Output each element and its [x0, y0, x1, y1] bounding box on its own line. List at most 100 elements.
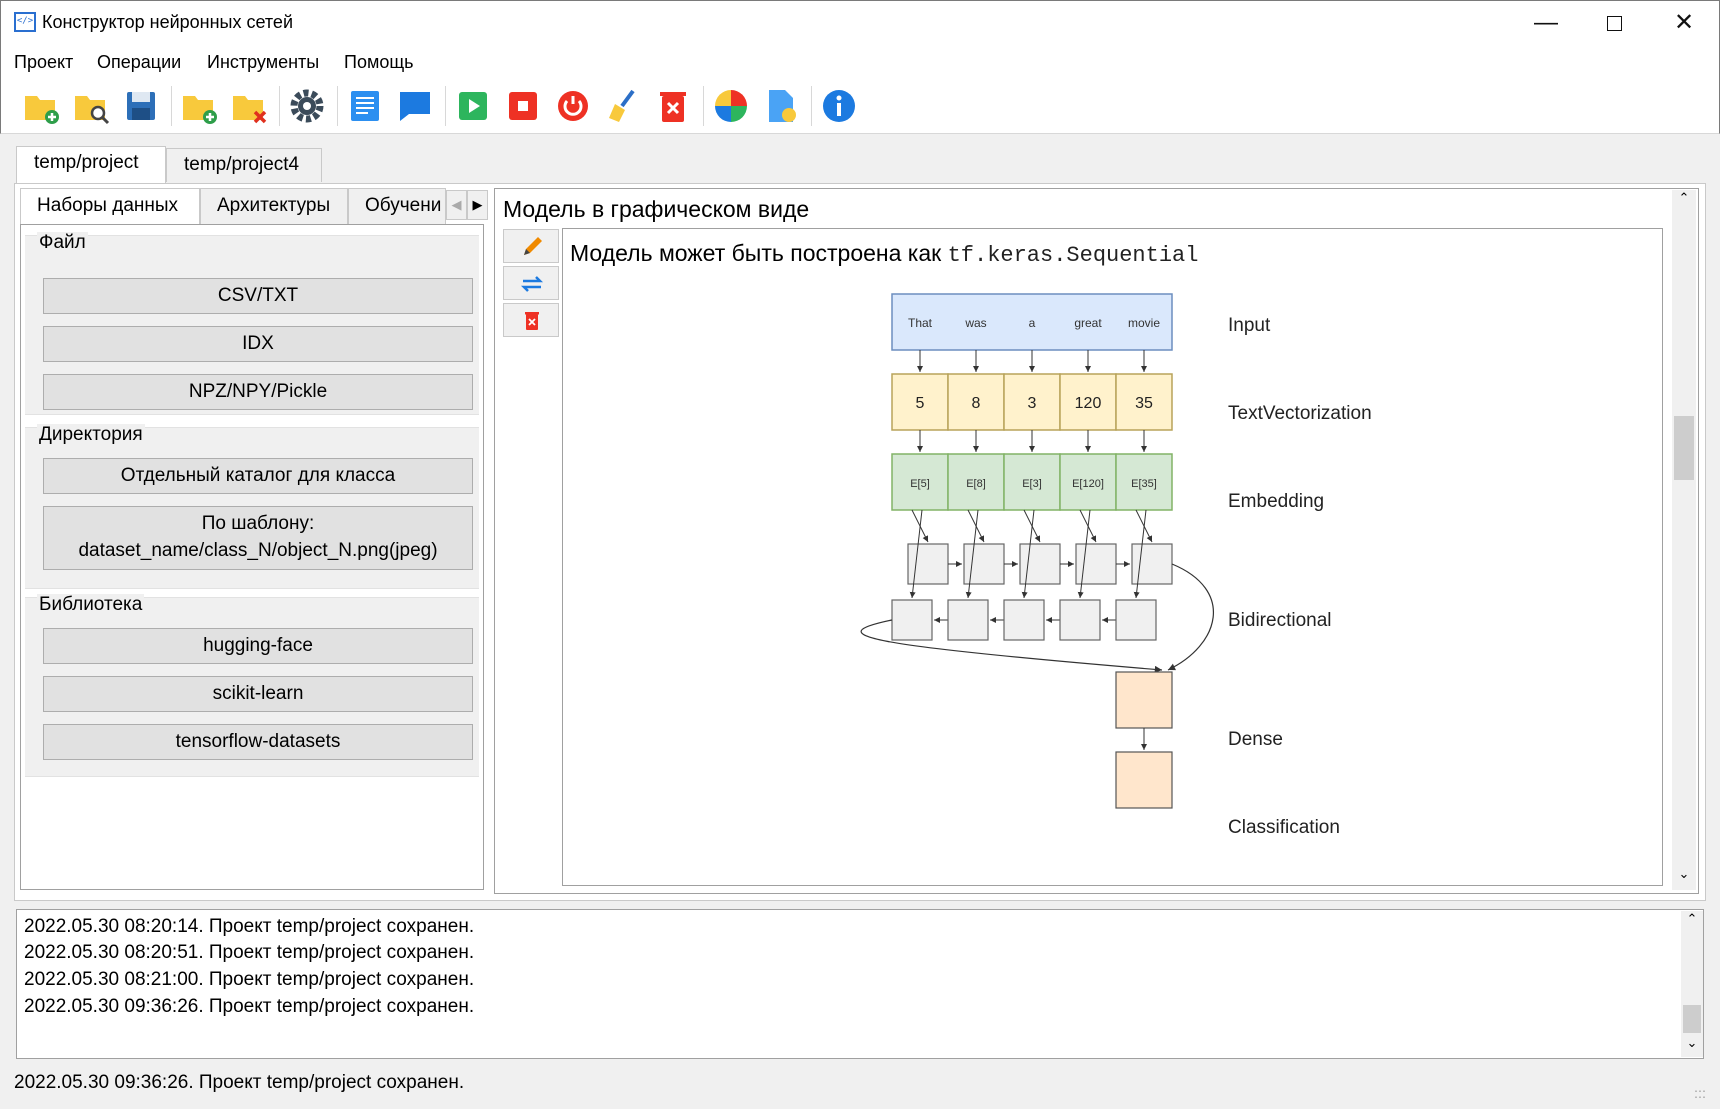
csv-txt-button[interactable]: CSV/TXT — [43, 278, 473, 314]
layer-label-input: Input — [1228, 315, 1271, 336]
tabs-scroll-left[interactable]: ◀ — [446, 190, 467, 220]
backward-rnn-cell — [947, 599, 989, 641]
menu-help[interactable]: Помощь — [344, 52, 414, 73]
maximize-button[interactable] — [1586, 6, 1642, 40]
stop-button[interactable] — [503, 86, 543, 126]
embedding-label: E[120] — [1072, 478, 1104, 490]
stop-icon — [509, 92, 537, 120]
restart-button[interactable] — [553, 86, 593, 126]
file-settings-icon — [769, 90, 796, 122]
refresh-model-button[interactable] — [503, 266, 559, 300]
status-bar: 2022.05.30 09:36:26. Проект temp/project… — [14, 1072, 465, 1093]
add-folder-icon — [183, 96, 217, 124]
tab-architectures[interactable]: Архитектуры — [200, 188, 348, 224]
template-line-1: По шаблону: — [201, 513, 315, 534]
hugging-face-button[interactable]: hugging-face — [43, 628, 473, 664]
tab-training[interactable]: Обучени — [348, 188, 446, 224]
model-scroll-thumb[interactable] — [1674, 416, 1694, 480]
new-project-icon — [25, 96, 59, 124]
group-directory-title: Директория — [37, 424, 145, 446]
token-id: 35 — [1135, 395, 1153, 412]
comment-button[interactable] — [395, 86, 435, 126]
clear-button[interactable] — [603, 86, 643, 126]
save-icon — [127, 92, 155, 120]
tab-project[interactable]: temp/project — [16, 146, 166, 184]
new-project-button[interactable] — [21, 86, 61, 126]
tab-project4[interactable]: temp/project4 — [166, 148, 322, 182]
model-scrollbar[interactable]: ⌃ ⌄ — [1672, 190, 1696, 890]
menu-operations[interactable]: Операции — [97, 52, 181, 73]
run-icon — [459, 92, 487, 120]
tensorflow-datasets-button[interactable]: tensorflow-datasets — [43, 724, 473, 760]
backward-rnn-cell — [1003, 599, 1045, 641]
token-id: 5 — [916, 395, 925, 412]
toolbar — [0, 78, 1720, 134]
tabs-scroll-right[interactable]: ▶ — [467, 190, 488, 220]
classification-box — [1115, 751, 1173, 809]
menu-tools[interactable]: Инструменты — [207, 52, 319, 73]
log-line: 2022.05.30 08:20:14. Проект temp/project… — [24, 916, 475, 937]
info-button[interactable] — [819, 86, 859, 126]
token-id: 8 — [972, 395, 981, 412]
template-directory-button[interactable]: По шаблону: dataset_name/class_N/object_… — [43, 506, 473, 570]
caption-code: tf.keras.Sequential — [947, 243, 1199, 268]
chevron-left-icon: ◀ — [451, 197, 462, 212]
close-icon: ✕ — [1673, 9, 1695, 36]
save-button[interactable] — [121, 86, 161, 126]
layer-label-textvectorization: TextVectorization — [1228, 403, 1372, 424]
input-word: was — [964, 316, 986, 330]
log-scroll-thumb[interactable] — [1683, 1005, 1701, 1033]
model-diagram: That was a great movie 5 8 3 120 35 E[5] E[8] E[3] E[… — [860, 293, 1372, 838]
log-line: 2022.05.30 08:20:51. Проект temp/project… — [24, 942, 475, 963]
menu-project[interactable]: Проект — [14, 52, 73, 73]
layer-label-classification: Classification — [1228, 817, 1340, 838]
template-line-2: dataset_name/class_N/object_N.png(jpeg) — [78, 540, 438, 561]
minimize-button[interactable]: — — [1518, 6, 1574, 40]
model-caption: Модель может быть построена как tf.keras… — [570, 240, 1198, 268]
embedding-label: E[5] — [910, 478, 930, 490]
resize-grip-icon[interactable]: ⋯ ⋯ — [1694, 1085, 1712, 1106]
settings-button[interactable] — [287, 86, 327, 126]
log-scrollbar[interactable]: ⌃ ⌄ — [1681, 911, 1703, 1057]
minimize-icon: — — [1534, 9, 1558, 36]
group-library-title: Библиотека — [37, 594, 145, 616]
npz-npy-pickle-button[interactable]: NPZ/NPY/Pickle — [43, 374, 473, 410]
embedding-label: E[8] — [966, 478, 986, 490]
token-id: 120 — [1075, 395, 1102, 412]
class-directory-button[interactable]: Отдельный каталог для класса — [43, 458, 473, 494]
delete-icon — [660, 92, 686, 122]
backward-rnn-cell — [1115, 599, 1157, 641]
input-word: That — [908, 316, 933, 330]
run-button[interactable] — [453, 86, 493, 126]
edit-model-button[interactable] — [503, 229, 559, 263]
dense-box — [1115, 671, 1173, 729]
app-icon: </> — [14, 12, 36, 32]
delete-folder-icon — [233, 96, 267, 124]
caption-text: Модель может быть построена как — [570, 240, 948, 266]
maximize-icon — [1606, 16, 1622, 32]
restart-icon — [558, 91, 588, 121]
idx-button[interactable]: IDX — [43, 326, 473, 362]
input-word: a — [1029, 316, 1036, 330]
comment-icon — [400, 92, 430, 121]
color-wheel-button[interactable] — [711, 86, 751, 126]
open-project-button[interactable] — [71, 86, 111, 126]
input-word: movie — [1128, 316, 1160, 330]
delete-folder-button[interactable] — [229, 86, 269, 126]
info-icon — [823, 90, 855, 122]
log-line: 2022.05.30 09:36:26. Проект temp/project… — [24, 996, 475, 1017]
file-settings-button[interactable] — [761, 86, 801, 126]
chevron-down-icon: ⌄ — [1686, 1035, 1698, 1050]
swap-arrows-icon — [520, 276, 544, 292]
tab-datasets[interactable]: Наборы данных — [20, 188, 200, 224]
backward-rnn-cell — [891, 599, 933, 641]
close-button[interactable]: ✕ — [1656, 6, 1712, 40]
layer-label-embedding: Embedding — [1228, 491, 1324, 512]
scikit-learn-button[interactable]: scikit-learn — [43, 676, 473, 712]
delete-button[interactable] — [653, 86, 693, 126]
delete-model-button[interactable] — [503, 303, 559, 337]
chevron-right-icon: ▶ — [472, 197, 483, 212]
add-folder-button[interactable] — [179, 86, 219, 126]
document-button[interactable] — [345, 86, 385, 126]
datasets-panel: Файл CSV/TXT IDX NPZ/NPY/Pickle Директор… — [20, 224, 484, 890]
